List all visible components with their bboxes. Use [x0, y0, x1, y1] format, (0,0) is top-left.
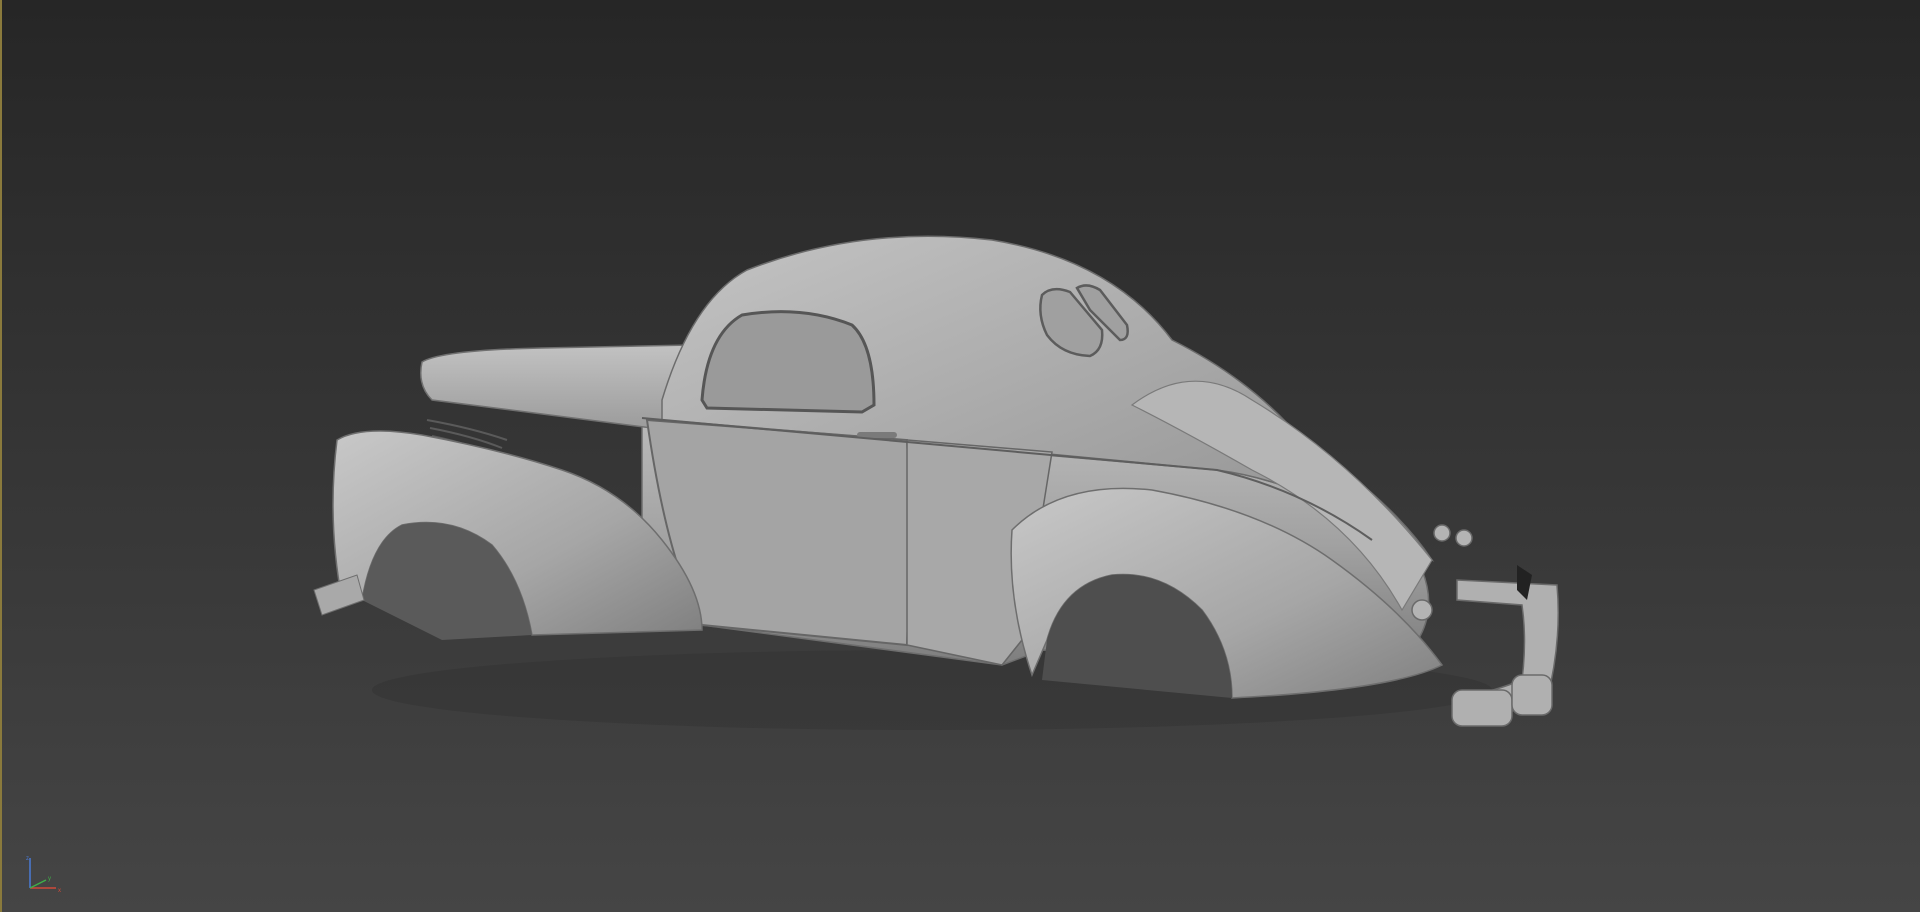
car-model[interactable] [2, 0, 1920, 912]
tail-light-upper-left [1433, 524, 1451, 542]
front-bumper-bracket [313, 574, 365, 616]
axis-gizmo: z x y [24, 854, 64, 894]
tail-light-upper-right [1455, 529, 1473, 547]
rear-bumper [1451, 579, 1559, 727]
tail-light-lower [1411, 599, 1433, 621]
y-axis [29, 879, 47, 889]
3d-viewport[interactable]: z x y [0, 0, 1920, 912]
x-axis-label: x [58, 888, 61, 894]
side-window [700, 310, 876, 414]
hood [420, 344, 698, 429]
z-axis-label: z [26, 856, 29, 862]
y-axis-label: y [48, 876, 51, 882]
